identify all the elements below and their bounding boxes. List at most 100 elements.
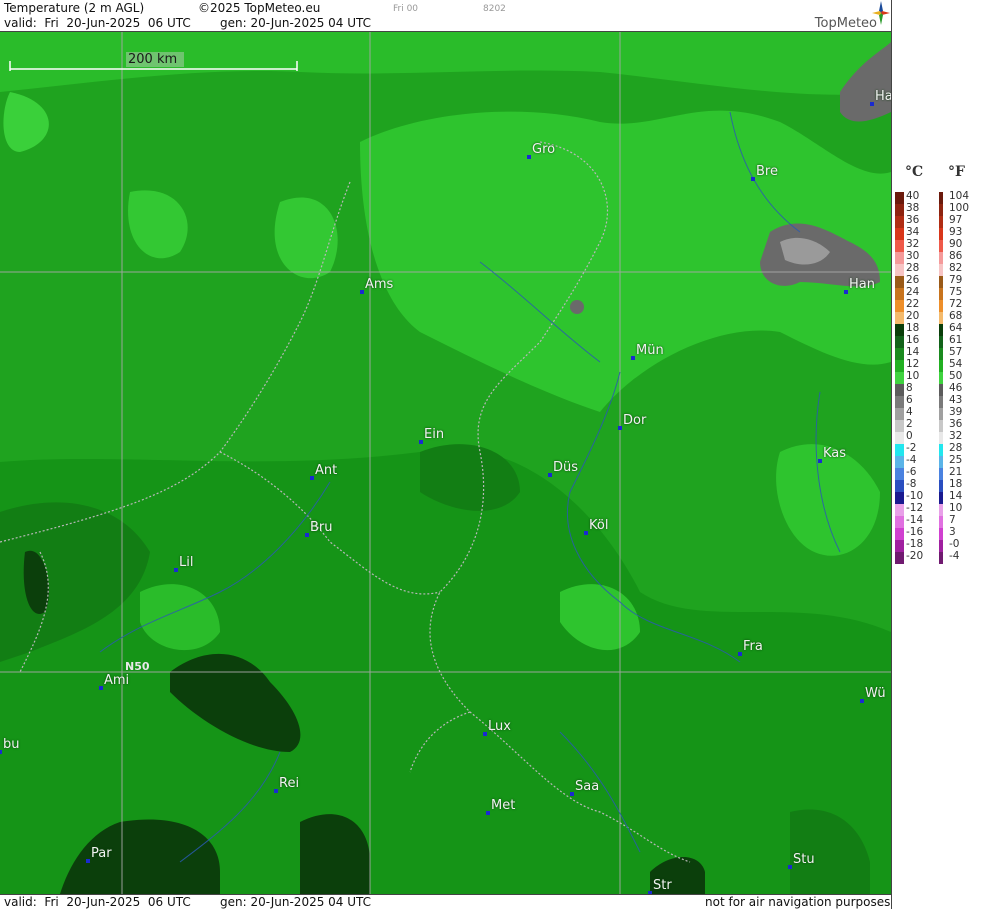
legend-swatch-fahrenheit: [939, 372, 943, 384]
legend-label-fahrenheit: 10: [949, 502, 963, 514]
city-marker-icon: [310, 476, 314, 480]
city-label[interactable]: Bru: [310, 520, 333, 535]
legend-label-fahrenheit: -4: [949, 550, 960, 562]
legend-swatch-celsius: [895, 276, 904, 288]
legend-swatch-fahrenheit: [939, 312, 943, 324]
disclaimer-text: not for air navigation purposes: [705, 895, 891, 909]
temperature-map[interactable]: 200 km N50 Gro Bre Ha Ams Han Mün Ein Dor Ant Düs…: [0, 32, 891, 894]
city-marker-icon: [99, 686, 103, 690]
legend-swatch-celsius: [895, 216, 904, 228]
legend-label-fahrenheit: 72: [949, 298, 963, 310]
city-marker-icon: [174, 568, 178, 572]
city-label[interactable]: Saa: [575, 779, 599, 794]
city-label[interactable]: Dor: [623, 413, 646, 428]
city-label[interactable]: Ams: [365, 277, 393, 292]
legend-label-fahrenheit: 32: [949, 430, 963, 442]
legend-label-celsius: 6: [906, 394, 913, 406]
legend-swatch-fahrenheit: [939, 516, 943, 528]
legend-label-celsius: 38: [906, 202, 920, 214]
city-label[interactable]: Par: [91, 846, 112, 861]
legend-swatch-celsius: [895, 456, 904, 468]
city-label[interactable]: Mün: [636, 343, 664, 358]
city-marker-icon: [274, 789, 278, 793]
legend-label-celsius: 40: [906, 190, 920, 202]
legend-label-fahrenheit: 7: [949, 514, 956, 526]
legend-label-celsius: 2: [906, 418, 913, 430]
city-label[interactable]: Rei: [279, 776, 299, 791]
city-marker-icon: [86, 859, 90, 863]
scale-bar-label: 200 km: [128, 52, 178, 67]
legend-swatch-fahrenheit: [939, 456, 943, 468]
legend-swatch-celsius: [895, 420, 904, 432]
city-label[interactable]: Lil: [179, 555, 193, 570]
city-label[interactable]: Ein: [424, 427, 444, 442]
city-label[interactable]: Bre: [756, 164, 778, 179]
legend-label-celsius: 20: [906, 310, 920, 322]
legend-swatch-celsius: [895, 360, 904, 372]
legend-label-fahrenheit: 18: [949, 478, 963, 490]
legend-swatch-celsius: [895, 300, 904, 312]
legend-swatch-fahrenheit: [939, 216, 943, 228]
legend-label-celsius: 18: [906, 322, 920, 334]
city-label[interactable]: Kas: [823, 446, 846, 461]
city-marker-icon: [486, 811, 490, 815]
legend-label-fahrenheit: 43: [949, 394, 963, 406]
legend-swatch-fahrenheit: [939, 408, 943, 420]
city-label[interactable]: Ha: [875, 89, 891, 104]
city-label[interactable]: Ant: [315, 463, 337, 478]
legend-label-celsius: -16: [906, 526, 924, 538]
legend-swatch-fahrenheit: [939, 348, 943, 360]
city-label[interactable]: Wü: [865, 686, 886, 701]
legend-swatch-celsius: [895, 384, 904, 396]
legend-label-fahrenheit: 50: [949, 370, 963, 382]
city-marker-icon: [527, 155, 531, 159]
city-marker-icon: [419, 440, 423, 444]
city-label[interactable]: Fra: [743, 639, 763, 654]
city-label[interactable]: Str: [653, 878, 672, 893]
city-marker-icon: [483, 732, 487, 736]
map-title: Temperature (2 m AGL): [4, 1, 145, 15]
legend-swatch-celsius: [895, 504, 904, 516]
city-label[interactable]: Düs: [553, 460, 578, 475]
city-label[interactable]: Met: [491, 798, 515, 813]
city-label[interactable]: Han: [849, 277, 875, 292]
city-label[interactable]: Ami: [104, 673, 129, 688]
city-label[interactable]: bu: [3, 737, 20, 752]
legend-swatch-celsius: [895, 432, 904, 444]
legend-swatch-fahrenheit: [939, 288, 943, 300]
city-marker-icon: [360, 290, 364, 294]
city-marker-icon: [631, 356, 635, 360]
city-label[interactable]: Gro: [532, 142, 555, 157]
legend-swatch-fahrenheit: [939, 240, 943, 252]
frame-label: Fri 00: [393, 4, 419, 14]
legend-label-fahrenheit: 97: [949, 214, 963, 226]
city-label[interactable]: Stu: [793, 852, 815, 867]
legend-swatch-celsius: [895, 192, 904, 204]
city-label[interactable]: Köl: [589, 518, 608, 533]
legend-swatch-celsius: [895, 228, 904, 240]
map-canvas: [0, 32, 891, 894]
celsius-unit: °C: [905, 164, 924, 180]
legend-label-fahrenheit: -0: [949, 538, 960, 550]
legend-swatch-celsius: [895, 240, 904, 252]
legend-label-celsius: -2: [906, 442, 917, 454]
legend-swatch-celsius: [895, 444, 904, 456]
legend-swatch-fahrenheit: [939, 192, 943, 204]
legend-label-celsius: 28: [906, 262, 920, 274]
topmeteo-logo: TopMeteo: [814, 16, 877, 31]
legend-swatch-fahrenheit: [939, 336, 943, 348]
generated-time: gen: 20-Jun-2025 04 UTC: [220, 16, 372, 30]
legend-label-fahrenheit: 86: [949, 250, 963, 262]
city-marker-icon: [751, 177, 755, 181]
legend-swatch-celsius: [895, 204, 904, 216]
legend-swatch-fahrenheit: [939, 468, 943, 480]
legend-swatch-celsius: [895, 552, 904, 564]
city-label[interactable]: Lux: [488, 719, 511, 734]
legend-label-fahrenheit: 21: [949, 466, 963, 478]
legend-swatch-celsius: [895, 540, 904, 552]
legend-label-celsius: 26: [906, 274, 920, 286]
temperature-legend: °C °F 40 104 38 100 36 97 34 93 32 90 30 86 28 82 26 79…: [891, 0, 983, 909]
legend-swatch-fahrenheit: [939, 420, 943, 432]
legend-swatch-celsius: [895, 468, 904, 480]
legend-swatch-fahrenheit: [939, 492, 943, 504]
